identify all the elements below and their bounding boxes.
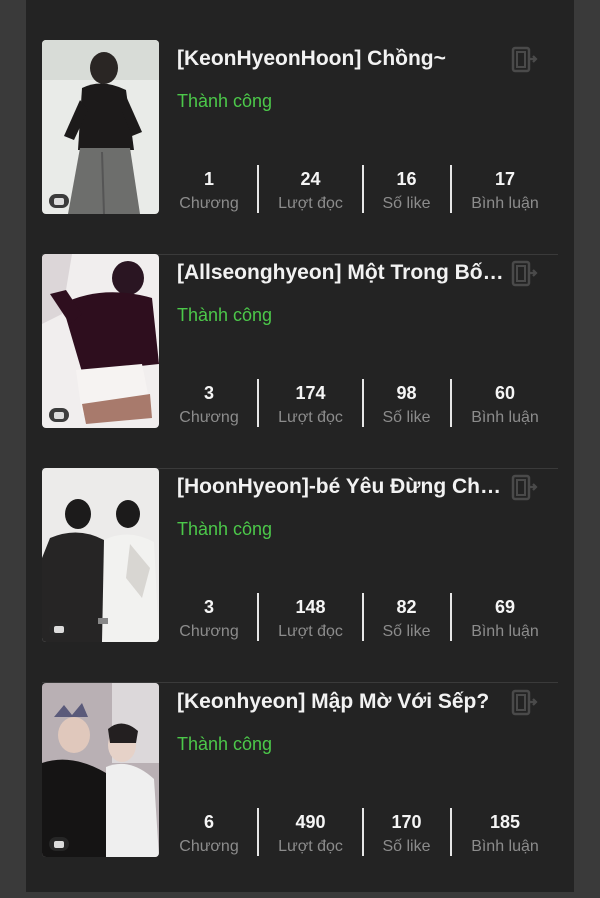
story-title[interactable]: [Allseonghyeon] Một Trong Bốn ...: [177, 261, 507, 285]
story-card[interactable]: [Keonhyeon] Mập Mờ Với Sếp? Thành công 6…: [42, 683, 558, 898]
story-cover-image[interactable]: [42, 683, 159, 857]
comment-icon: [49, 837, 69, 851]
story-status: Thành công: [177, 305, 273, 325]
story-list-panel: [KeonHyeonHoon] Chồng~ Thành công 1 Chươn…: [26, 0, 574, 898]
stat-chapters: 3 Chương: [179, 383, 239, 426]
story-card[interactable]: [KeonHyeonHoon] Chồng~ Thành công 1 Chươn…: [42, 40, 558, 255]
story-title[interactable]: [Keonhyeon] Mập Mờ Với Sếp?: [177, 690, 507, 714]
comment-icon: [49, 194, 69, 208]
export-icon[interactable]: [509, 45, 539, 75]
stat-reads: 174 Lượt đọc: [278, 383, 343, 426]
comment-icon: [49, 408, 69, 422]
story-stats: 1 Chương 24 Lượt đọc 16 Số like 17 Bình luận: [161, 165, 558, 215]
story-cover-image[interactable]: [42, 468, 159, 642]
stat-chapters: 1 Chương: [179, 169, 239, 212]
stat-comments: 60 Bình luận: [471, 383, 539, 426]
stat-likes: 16 Số like: [382, 169, 431, 212]
story-stats: 6 Chương 490 Lượt đọc 170 Số like 185 Bình l…: [161, 808, 558, 858]
stat-divider: [257, 808, 259, 856]
story-status: Thành công: [177, 734, 273, 754]
story-title[interactable]: [HoonHyeon]-bé Yêu Đừng Chạy~: [177, 475, 507, 499]
stat-chapters: 3 Chương: [179, 597, 239, 640]
stat-reads: 148 Lượt đọc: [278, 597, 343, 640]
story-cover-image[interactable]: [42, 40, 159, 214]
story-card[interactable]: [HoonHyeon]-bé Yêu Đừng Chạy~ Thành công…: [42, 468, 558, 683]
stat-divider: [257, 165, 259, 213]
export-icon[interactable]: [509, 259, 539, 289]
stat-comments: 17 Bình luận: [471, 169, 539, 212]
story-stats: 3 Chương 148 Lượt đọc 82 Số like 69 Bình luậ…: [161, 593, 558, 643]
story-cover-image[interactable]: [42, 254, 159, 428]
story-stats: 3 Chương 174 Lượt đọc 98 Số like 60 Bình luậ…: [161, 379, 558, 429]
stat-divider: [257, 593, 259, 641]
stat-likes: 98 Số like: [382, 383, 431, 426]
stat-reads: 490 Lượt đọc: [278, 812, 343, 855]
stat-likes: 170 Số like: [382, 812, 431, 855]
story-card[interactable]: [Allseonghyeon] Một Trong Bốn ... Thành …: [42, 254, 558, 469]
stat-likes: 82 Số like: [382, 597, 431, 640]
story-status: Thành công: [177, 519, 273, 539]
stat-chapters: 6 Chương: [179, 812, 239, 855]
story-status: Thành công: [177, 91, 273, 111]
stat-divider: [257, 379, 259, 427]
comment-icon: [49, 622, 69, 636]
export-icon[interactable]: [509, 688, 539, 718]
stat-comments: 69 Bình luận: [471, 597, 539, 640]
stat-comments: 185 Bình luận: [471, 812, 539, 855]
export-icon[interactable]: [509, 473, 539, 503]
stat-reads: 24 Lượt đọc: [278, 169, 343, 212]
story-title[interactable]: [KeonHyeonHoon] Chồng~: [177, 47, 507, 71]
